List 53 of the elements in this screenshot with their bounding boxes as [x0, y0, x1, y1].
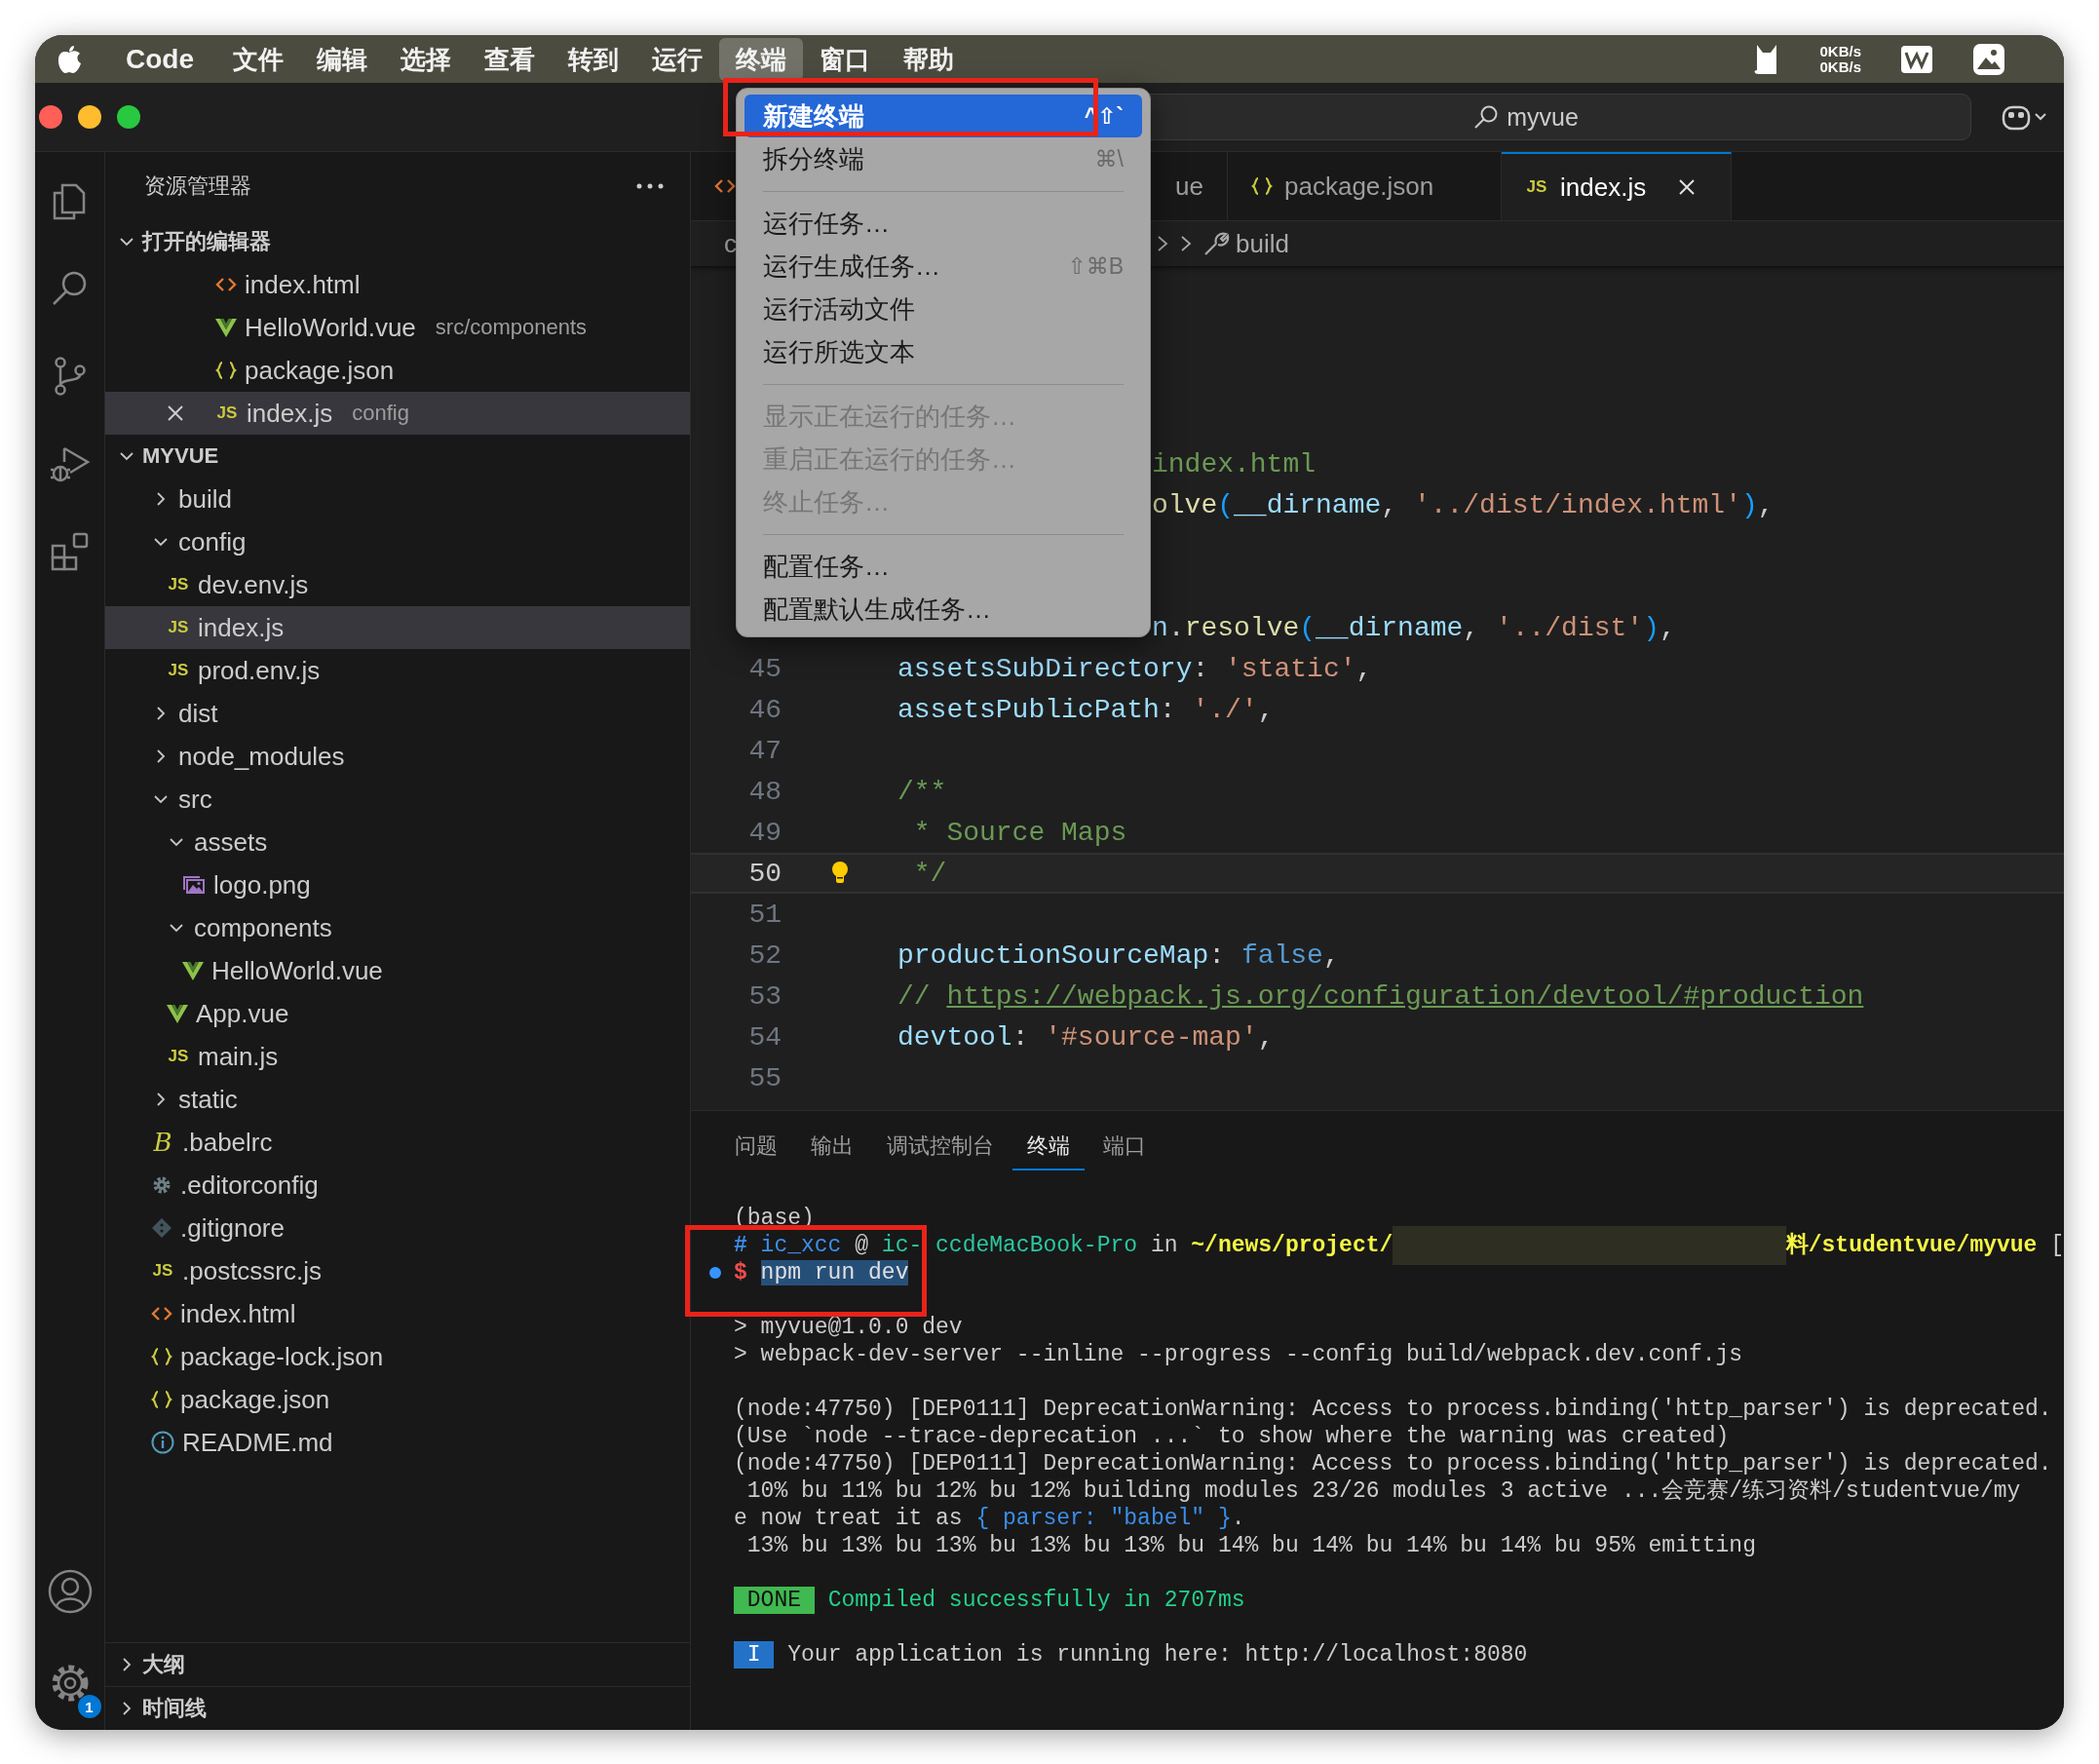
babel-icon: B: [151, 1128, 174, 1157]
line-number: 50: [747, 858, 782, 889]
js-icon: JS: [151, 1261, 174, 1281]
keyboard-shortcut: ⌘\: [1094, 145, 1124, 173]
js-icon: JS: [167, 661, 190, 680]
code-line: */: [912, 858, 947, 889]
line-number: 49: [747, 817, 782, 848]
terminal-text: 13% bu 13% bu 13% bu 13% bu 13% bu 14% bu 14% bu 14% bu 14% bu 95% emitting: [745, 1532, 1756, 1559]
code-line: devtool: '#source-map',: [897, 1021, 1275, 1053]
code-line: // https://webpack.js.org/configuration/devtool/#production: [897, 980, 1864, 1012]
terminal-text: e now treat it as { parser: "babel" }.: [734, 1505, 1245, 1532]
terminal-text: Your application is running here: http://localhost:8080: [786, 1641, 1528, 1668]
code-line: assetsSubDirectory: 'static',: [897, 653, 1373, 684]
code-line: n.resolve(__dirname, '../dist'),: [1152, 612, 1676, 643]
file-path-hint: config: [352, 401, 409, 426]
sidebar-title: 资源管理器: [144, 173, 251, 200]
terminal-text: Compiled successfully in 2707ms: [826, 1587, 1245, 1614]
terminal-text: 料/studentvue/myvue [: [1785, 1232, 2064, 1259]
code-line: index.html: [1152, 448, 1317, 479]
terminal-text: # ic_xcc @ ic-: [734, 1232, 923, 1259]
file-path-hint: src/components: [435, 315, 588, 340]
code-line: assetsPublicPath: './',: [897, 694, 1275, 725]
line-number: 52: [747, 940, 782, 971]
terminal-text: (Use `node --trace-deprecation ...` to show where the warning was created): [734, 1423, 1730, 1450]
line-number: 45: [747, 653, 782, 684]
line-number: 48: [747, 776, 782, 807]
status-badge: DONE: [734, 1587, 815, 1614]
js-icon: JS: [1525, 177, 1548, 197]
terminal-text: (base): [734, 1205, 815, 1232]
line-number: 53: [747, 980, 782, 1012]
code-line: /**: [897, 776, 947, 807]
code-line: * Source Maps: [912, 817, 1127, 848]
terminal-text: $ npm run dev: [734, 1259, 909, 1286]
line-number: 55: [747, 1062, 782, 1093]
notification-badge: 1: [77, 1695, 101, 1718]
keyboard-shortcut: ⇧⌘B: [1067, 252, 1124, 280]
line-number: 47: [747, 735, 782, 766]
line-number: 46: [747, 694, 782, 725]
terminal-text: 10% bu 11% bu 12% bu 12% building modules 23/26 modules 3 active ...会竞赛/练习资料/studentvue/my: [745, 1477, 2021, 1505]
terminal-text: (node:47750) [DEP0111] DeprecationWarning: Access to process.binding('http_parser') is deprecated.: [734, 1396, 2052, 1423]
js-icon: JS: [167, 618, 190, 637]
terminal-text: > webpack-dev-server --inline --progress --config build/webpack.dev.conf.js: [734, 1341, 1743, 1368]
js-icon: JS: [215, 403, 239, 423]
line-number: 51: [747, 899, 782, 930]
terminal-text: ccdeMacBook-Pro in ~/news/project/: [935, 1232, 1393, 1259]
code-line: olve(__dirname, '../dist/index.html'),: [1152, 489, 1775, 520]
code-line: productionSourceMap: false,: [897, 940, 1340, 971]
js-icon: JS: [167, 575, 190, 594]
status-badge: I: [734, 1641, 775, 1668]
terminal-text: (node:47750) [DEP0111] DeprecationWarning: Access to process.binding('http_parser') is deprecated.: [734, 1450, 2052, 1477]
js-icon: JS: [167, 1047, 190, 1066]
terminal-text: > myvue@1.0.0 dev: [734, 1314, 963, 1341]
line-number: 54: [747, 1021, 782, 1053]
